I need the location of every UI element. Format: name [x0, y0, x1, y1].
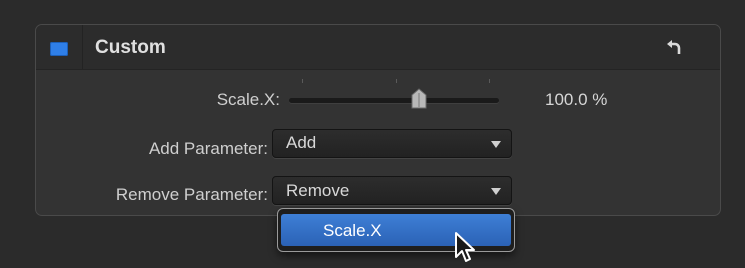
scale-x-slider-thumb[interactable] [410, 88, 428, 110]
slider-tick [302, 79, 303, 83]
scale-x-label: Scale.X: [216, 90, 280, 109]
add-parameter-popup-value: Add [286, 133, 317, 152]
remove-parameter-label: Remove Parameter: [115, 185, 268, 204]
reset-arrow-icon[interactable] [662, 36, 684, 58]
remove-parameter-popup[interactable]: Remove [272, 176, 512, 205]
arrow-pointer-icon [455, 232, 475, 262]
remove-parameter-popup-value: Remove [286, 181, 350, 200]
panel-header: Custom [36, 25, 720, 70]
chevron-down-icon [491, 188, 501, 195]
header-divider [82, 25, 83, 69]
inspector-stage: Custom Scale.X: 100.0 % Add Parameter: A… [0, 0, 745, 268]
custom-parameters-panel: Custom Scale.X: 100.0 % Add Parameter: A… [35, 24, 721, 216]
scale-x-value[interactable]: 100.0 % [545, 90, 607, 110]
chevron-down-icon [491, 141, 501, 148]
add-parameter-label: Add Parameter: [148, 139, 268, 158]
panel-title: Custom [95, 37, 166, 58]
remove-parameter-menu: Scale.X [277, 208, 515, 252]
scale-x-slider[interactable] [289, 98, 499, 103]
add-parameter-popup[interactable]: Add [272, 129, 512, 158]
enable-checkbox[interactable] [50, 42, 68, 56]
slider-tick [396, 79, 397, 83]
slider-tick [489, 79, 490, 83]
menu-item-label: Scale.X [323, 221, 382, 240]
